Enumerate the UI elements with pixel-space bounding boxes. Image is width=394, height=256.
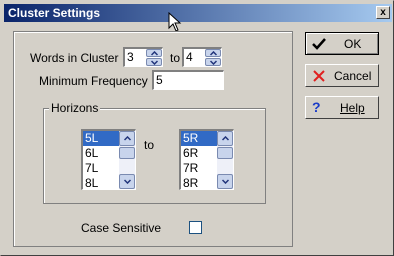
case-sensitive-label: Case Sensitive	[81, 221, 162, 235]
window-title: Cluster Settings	[8, 6, 101, 20]
right-list-scrollbar[interactable]	[217, 131, 233, 189]
question-mark-icon: ?	[312, 99, 321, 115]
chevron-down-icon	[222, 179, 229, 184]
horizons-label: Horizons	[49, 101, 101, 115]
spin-down-button[interactable]	[146, 58, 162, 66]
title-bar[interactable]: Cluster Settings x	[4, 4, 392, 22]
ok-label: OK	[344, 37, 362, 51]
scroll-up-button[interactable]	[217, 131, 233, 146]
scroll-thumb[interactable]	[119, 147, 135, 159]
close-icon: x	[380, 7, 386, 18]
chevron-down-icon	[124, 179, 131, 184]
help-button[interactable]: ? Help	[305, 96, 379, 119]
cluster-settings-dialog: Cluster Settings x Words in Cluster 3 to…	[0, 0, 394, 256]
right-horizon-item[interactable]: 6R	[181, 146, 217, 161]
scroll-thumb[interactable]	[217, 147, 233, 159]
words-from-spinner[interactable]: 3	[123, 47, 163, 67]
left-horizon-item[interactable]: 5L	[83, 131, 119, 146]
chevron-up-icon	[151, 51, 158, 56]
words-to-spinner[interactable]: 4	[182, 47, 222, 67]
right-horizon-list[interactable]: 5R 6R 7R 8R	[179, 129, 234, 190]
chevron-down-icon	[210, 60, 217, 65]
chevron-up-icon	[124, 136, 131, 141]
left-horizon-items: 5L 6L 7L 8L	[83, 131, 119, 189]
chevron-up-icon	[222, 136, 229, 141]
horizons-to-label: to	[144, 138, 155, 152]
ok-button[interactable]: OK	[305, 32, 379, 55]
case-sensitive-checkbox[interactable]	[189, 221, 202, 234]
scroll-down-button[interactable]	[119, 174, 135, 189]
help-label: Help	[340, 101, 365, 115]
checkmark-icon	[312, 38, 326, 50]
minimum-frequency-value: 5	[156, 73, 163, 87]
chevron-up-icon	[210, 51, 217, 56]
spin-up-button[interactable]	[205, 49, 221, 57]
left-horizon-item[interactable]: 7L	[83, 161, 119, 176]
left-list-scrollbar[interactable]	[119, 131, 135, 189]
words-to-spin-buttons[interactable]	[205, 49, 221, 66]
spin-up-button[interactable]	[146, 49, 162, 57]
minimum-frequency-label: Minimum Frequency	[39, 74, 148, 88]
cancel-label: Cancel	[334, 69, 372, 83]
cancel-button[interactable]: Cancel	[305, 64, 379, 87]
words-from-value: 3	[127, 50, 134, 64]
scroll-down-button[interactable]	[217, 174, 233, 189]
words-to-value: 4	[186, 50, 193, 64]
right-horizon-item[interactable]: 5R	[181, 131, 217, 146]
close-button[interactable]: x	[376, 6, 390, 19]
mouse-cursor-icon	[168, 12, 182, 32]
minimum-frequency-input[interactable]: 5	[152, 70, 224, 90]
cancel-x-icon	[313, 70, 325, 82]
left-horizon-item[interactable]: 6L	[83, 146, 119, 161]
chevron-down-icon	[151, 60, 158, 65]
left-horizon-list[interactable]: 5L 6L 7L 8L	[81, 129, 136, 190]
scroll-up-button[interactable]	[119, 131, 135, 146]
words-to-label: to	[170, 51, 181, 65]
right-horizon-items: 5R 6R 7R 8R	[181, 131, 217, 189]
right-horizon-item[interactable]: 7R	[181, 161, 217, 176]
left-horizon-item[interactable]: 8L	[83, 176, 119, 189]
words-in-cluster-label: Words in Cluster	[30, 51, 119, 65]
right-horizon-item[interactable]: 8R	[181, 176, 217, 189]
spin-down-button[interactable]	[205, 58, 221, 66]
words-from-spin-buttons[interactable]	[146, 49, 162, 66]
